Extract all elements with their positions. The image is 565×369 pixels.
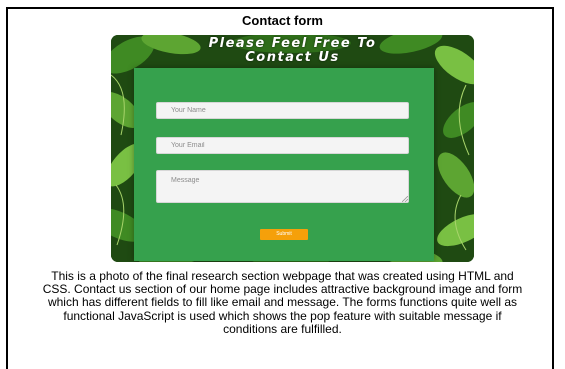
page: Contact form Please Feel Free To Contact…: [0, 0, 565, 369]
contact-hero: Please Feel Free To Contact Us Submit: [111, 35, 474, 262]
hero-heading-line2: Contact Us: [245, 50, 340, 65]
name-input[interactable]: [156, 102, 409, 119]
submit-button[interactable]: Submit: [260, 229, 308, 240]
figure-caption: This is a photo of the final research se…: [42, 269, 523, 336]
hero-heading-line1: Please Feel Free To: [208, 36, 377, 51]
page-title: Contact form: [242, 13, 323, 28]
contact-form: Submit: [134, 68, 434, 261]
message-textarea[interactable]: [156, 170, 409, 203]
resize-grip-icon[interactable]: [402, 196, 408, 202]
email-input[interactable]: [156, 137, 409, 154]
